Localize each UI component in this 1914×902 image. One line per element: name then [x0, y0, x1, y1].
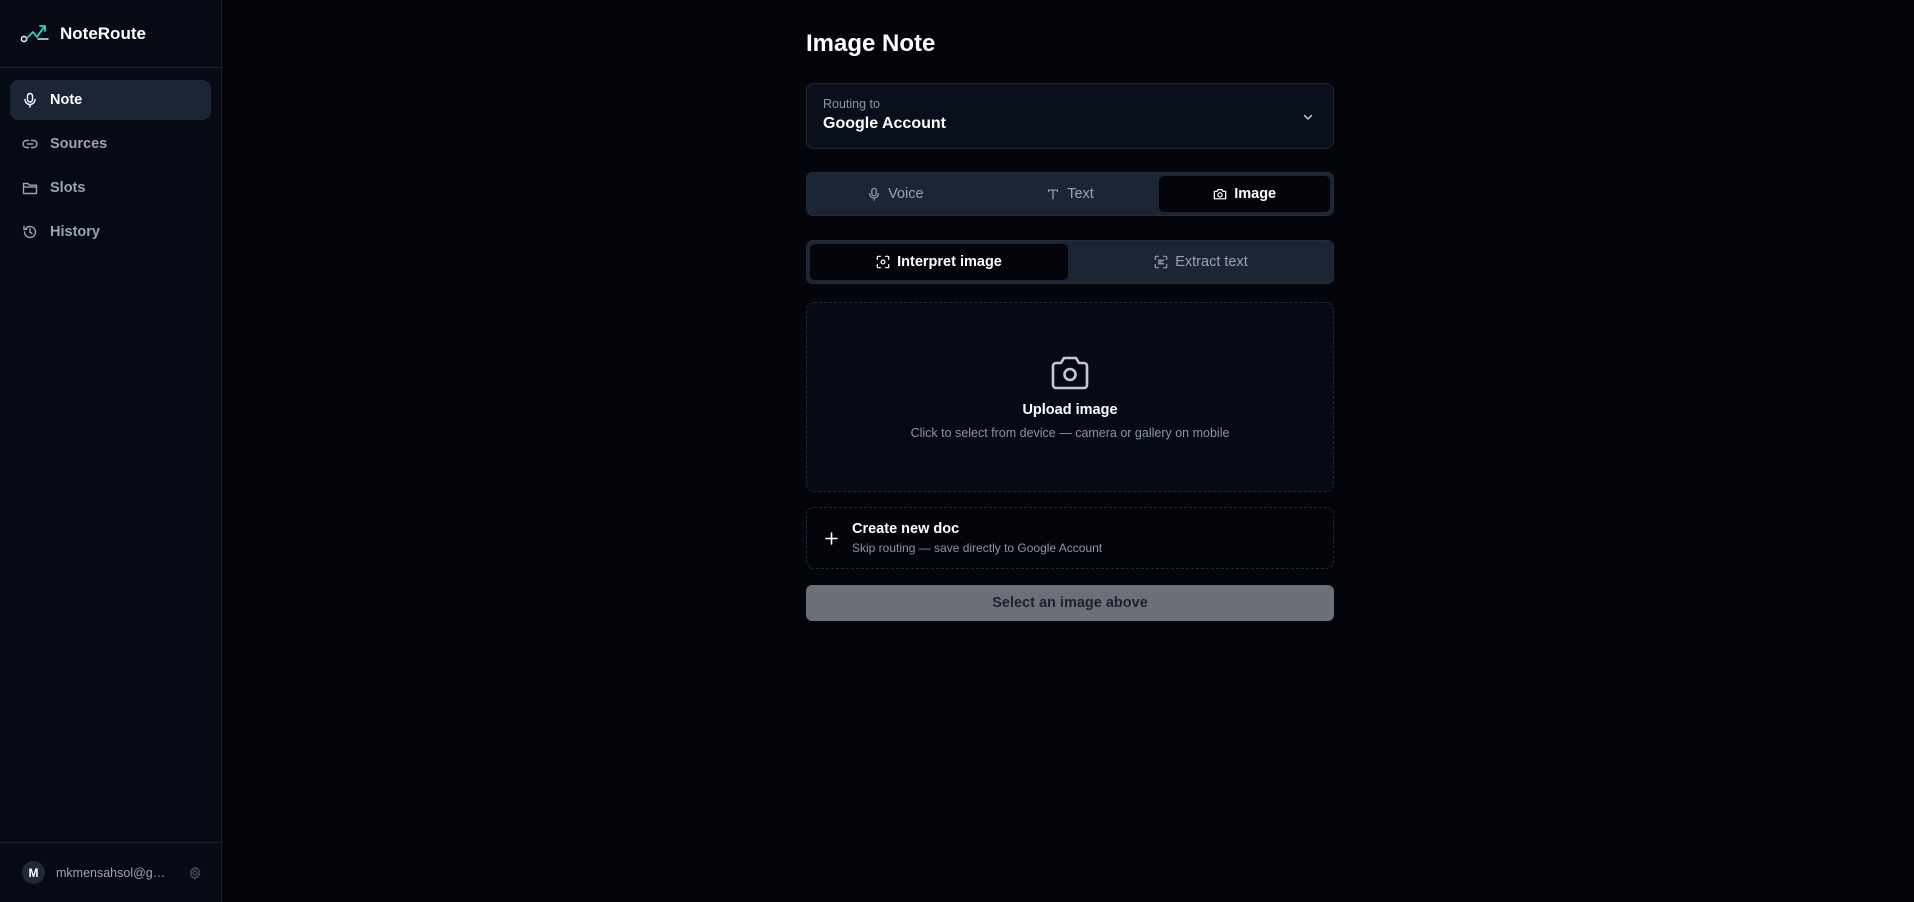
sidebar-item-note[interactable]: Note	[10, 80, 211, 120]
sidebar-nav: Note Sources Slots History	[0, 68, 221, 264]
upload-title: Upload image	[1022, 402, 1118, 418]
sidebar-item-label: Sources	[50, 136, 108, 152]
sidebar-item-sources[interactable]: Sources	[10, 124, 211, 164]
sidebar: NoteRoute Note Sources Slots History M m…	[0, 0, 222, 902]
user-email: mkmensahsol@gm...	[56, 865, 169, 880]
upload-subtitle: Click to select from device — camera or …	[910, 426, 1230, 440]
tab-label: Image	[1234, 186, 1277, 202]
link-icon	[22, 139, 38, 149]
scan-icon	[876, 255, 890, 269]
scan-text-icon	[1154, 255, 1168, 269]
tab-text[interactable]: Text	[985, 176, 1156, 212]
page-title: Image Note	[806, 30, 936, 57]
create-doc-title: Create new doc	[852, 521, 960, 537]
tab-label: Extract text	[1175, 254, 1248, 270]
routing-label: Routing to	[823, 97, 880, 111]
tab-label: Interpret image	[897, 254, 1002, 270]
submit-button[interactable]: Select an image above	[806, 585, 1334, 621]
create-doc-text: Create new doc Skip routing — save direc…	[852, 521, 1102, 555]
create-doc-subtitle: Skip routing — save directly to Google A…	[852, 541, 1103, 555]
sidebar-item-slots[interactable]: Slots	[10, 168, 211, 208]
sidebar-item-label: Note	[50, 92, 83, 108]
user-footer: M mkmensahsol@gm...	[0, 842, 221, 902]
brand[interactable]: NoteRoute	[0, 0, 221, 68]
mic-icon	[869, 187, 880, 201]
avatar[interactable]: M	[22, 861, 45, 884]
text-icon	[1048, 189, 1059, 200]
image-action-tabs: Interpret image Extract text	[806, 240, 1334, 284]
sidebar-item-history[interactable]: History	[10, 212, 211, 252]
camera-icon	[1213, 189, 1227, 200]
create-new-doc[interactable]: Create new doc Skip routing — save direc…	[806, 507, 1334, 569]
mic-icon	[24, 92, 36, 108]
routing-value: Google Account	[823, 115, 946, 132]
tab-image[interactable]: Image	[1159, 176, 1331, 212]
sidebar-item-label: History	[50, 224, 100, 240]
routing-select[interactable]: Routing to Google Account	[806, 83, 1334, 149]
upload-dropzone[interactable]: Upload image Click to select from device…	[806, 302, 1334, 492]
camera-icon	[1051, 356, 1089, 390]
sidebar-item-label: Slots	[50, 180, 86, 196]
tab-extract-text[interactable]: Extract text	[1072, 244, 1330, 280]
tab-label: Text	[1067, 186, 1094, 202]
mode-tabs: Voice Text Image	[806, 172, 1334, 216]
folder-icon	[22, 182, 38, 195]
chevron-down-icon	[1303, 114, 1313, 120]
history-icon	[23, 225, 37, 239]
tab-label: Voice	[888, 186, 924, 202]
tab-interpret-image[interactable]: Interpret image	[810, 244, 1068, 280]
gear-icon[interactable]	[188, 865, 202, 880]
plus-icon	[825, 531, 838, 545]
app-name: NoteRoute	[60, 23, 146, 43]
tab-voice[interactable]: Voice	[810, 176, 981, 212]
route-logo-icon	[20, 24, 49, 42]
